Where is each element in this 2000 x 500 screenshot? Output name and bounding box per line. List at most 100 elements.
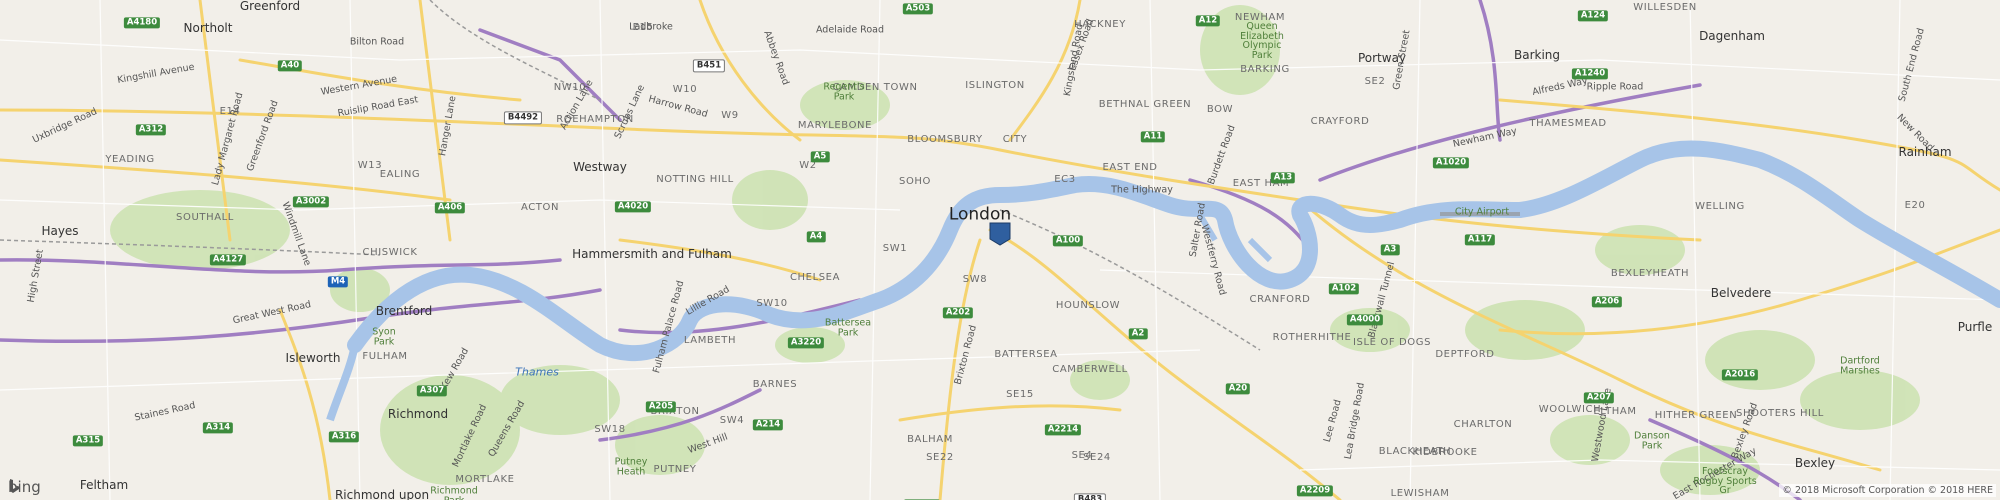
road-shield: A5 [810, 151, 830, 163]
district-label: WELLING [1695, 201, 1745, 212]
road-shield: A205 [645, 401, 677, 413]
district-label: W13 [357, 160, 383, 171]
district-label: W9 [721, 110, 739, 121]
district-label: ACTON [520, 202, 560, 213]
road-label: Bilton Road [349, 36, 405, 48]
district-label: SW10 [756, 298, 788, 309]
place-label: Northolt [183, 21, 233, 35]
river-label: Thames [515, 365, 559, 379]
road-shield: A102 [1328, 283, 1360, 295]
district-label: MORTLAKE [455, 474, 515, 485]
place-label: Richmond [387, 407, 449, 421]
district-label: CRAYFORD [1310, 116, 1370, 127]
road-shield: A3002 [292, 196, 330, 208]
road-shield: A316 [328, 431, 360, 443]
place-label: Greenford [239, 0, 301, 13]
place-label: Feltham [79, 478, 129, 492]
district-label: EAST END [1102, 162, 1158, 173]
district-label: ISLINGTON [965, 80, 1025, 91]
place-label: Brentford [375, 304, 433, 318]
map-pin-icon[interactable] [989, 222, 1011, 246]
place-label: Purfle [1957, 320, 1993, 334]
road-shield: A11 [1140, 131, 1166, 143]
park-label: Richmond Park [430, 485, 478, 500]
bing-logo: bing [8, 478, 41, 496]
road-shield: A3 [1380, 244, 1400, 256]
district-label: NOTTING HILL [656, 174, 734, 185]
road-shield: A124 [1577, 10, 1609, 22]
district-label: WILLESDEN [1633, 2, 1697, 13]
place-label: Westway [573, 160, 627, 174]
road-shield: A214 [752, 419, 784, 431]
district-label: MARYLEBONE [797, 120, 873, 131]
copyright-notice: © 2018 Microsoft Corporation © 2018 HERE [1779, 484, 1996, 497]
district-label: BATTERSEA [994, 349, 1058, 360]
place-label: Belvedere [1710, 286, 1772, 300]
district-label: CRANFORD [1249, 294, 1311, 305]
road-shield: B483 [1073, 493, 1107, 500]
district-label: DEPTFORD [1435, 349, 1495, 360]
district-label: ROTHERHITHE [1272, 332, 1352, 343]
district-label: BETHNAL GREEN [1098, 99, 1192, 110]
city-label: London [948, 204, 1012, 225]
park-label: Syon Park [372, 326, 396, 347]
district-label: CHELSEA [789, 272, 841, 283]
place-label: Isleworth [285, 351, 341, 365]
district-label: CAMBERWELL [1052, 364, 1128, 375]
road-shield: A4180 [123, 17, 161, 29]
road-shield: A406 [434, 202, 466, 214]
district-label: KIDBROOKE [1412, 447, 1478, 458]
district-label: CHISWICK [362, 247, 418, 258]
road-shield: A12 [1195, 15, 1221, 27]
district-label: SE15 [1006, 389, 1034, 400]
district-label: ISLE OF DOGS [1352, 337, 1432, 348]
road-shield: A4 [806, 231, 826, 243]
district-label: BARNES [752, 379, 798, 390]
district-label: BALHAM [907, 434, 953, 445]
road-shield: A503 [902, 3, 934, 15]
district-label: SOHO [898, 176, 932, 187]
district-label: BEXLEYHEATH [1610, 268, 1690, 279]
district-label: SW8 [962, 274, 988, 285]
bing-b-icon [10, 479, 19, 493]
road-shield: A4000 [1346, 314, 1384, 326]
road-shield: A40 [277, 60, 303, 72]
district-label: EALING [379, 169, 421, 180]
road-shield: M4 [327, 276, 349, 288]
map-view[interactable]: London CAMDEN TOWN HACKNEY ISLINGTON BLOOMSB… [0, 0, 2000, 500]
road-shield: A202 [942, 307, 974, 319]
road-shield: A117 [1464, 234, 1496, 246]
road-shield: A2209 [1296, 485, 1334, 497]
road-label: Adelaide Road [815, 24, 885, 36]
district-label: THAMESMEAD [1529, 118, 1607, 129]
place-label: Barking [1513, 48, 1561, 62]
road-shield: A315 [72, 435, 104, 447]
road-shield: A2214 [1044, 424, 1082, 436]
park-label: Footscray Rugby Sports Gr [1693, 465, 1757, 496]
district-label: E20 [1904, 200, 1926, 211]
place-label: Richmond upon [334, 488, 430, 500]
road-shield: A13 [1270, 172, 1296, 184]
road-shield: A307 [416, 385, 448, 397]
district-label: SE24 [1083, 452, 1111, 463]
place-label: Hammersmith and Fulham [572, 247, 732, 261]
district-label: SW4 [719, 415, 745, 426]
road-shield: A20 [1225, 383, 1251, 395]
road-shield: A207 [1583, 392, 1615, 404]
park-label: Regent's Park [823, 81, 865, 102]
district-label: LAMBETH [683, 335, 737, 346]
district-label: SE22 [926, 452, 954, 463]
road-shield: A312 [135, 124, 167, 136]
park-label: Danson Park [1634, 430, 1670, 451]
road-shield: A1240 [1571, 68, 1609, 80]
road-shield: A4020 [614, 201, 652, 213]
district-label: SOUTHALL [176, 212, 234, 223]
place-label: Dagenham [1699, 29, 1765, 43]
park-label: Putney Heath [614, 456, 648, 477]
district-label: SW18 [594, 424, 626, 435]
district-label: W2 [799, 160, 817, 171]
road-shield: A2 [1128, 328, 1148, 340]
road-label: Ladbroke [629, 21, 673, 33]
road-shield: A314 [202, 422, 234, 434]
district-label: CITY [1002, 134, 1028, 145]
